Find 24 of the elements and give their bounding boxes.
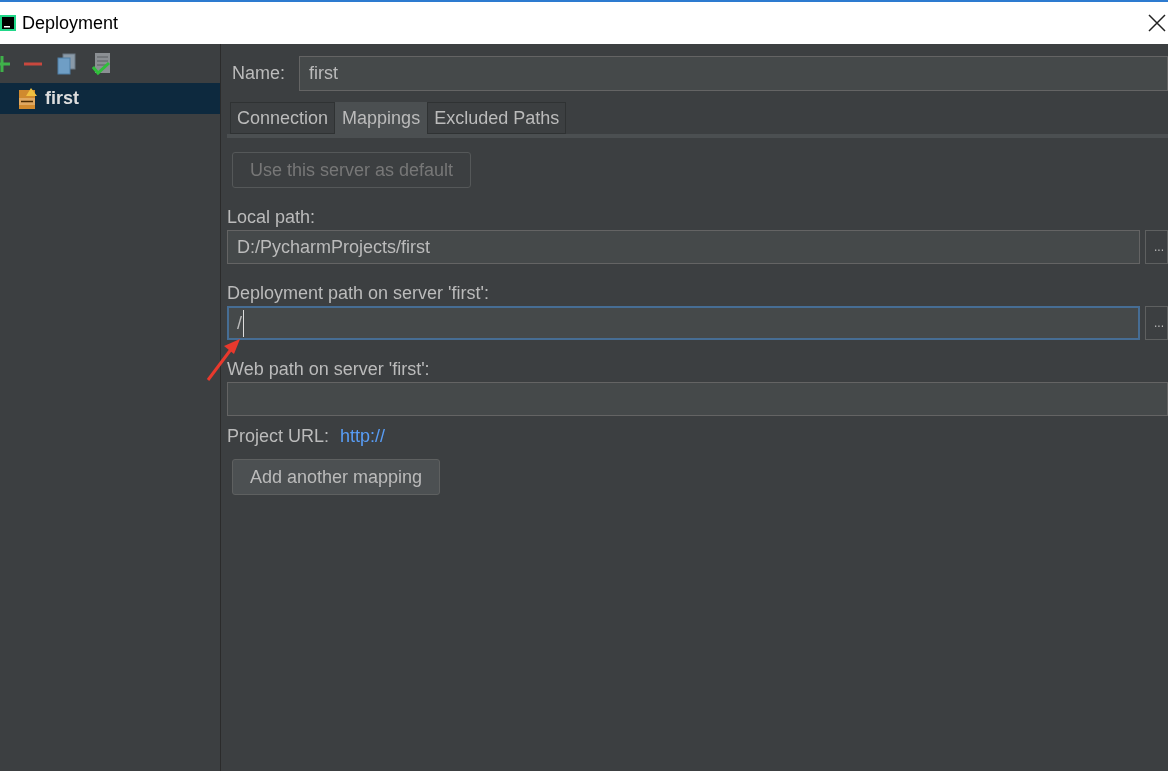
copy-icon[interactable] <box>56 52 78 75</box>
close-icon[interactable] <box>1148 14 1166 32</box>
field-label: Local path: <box>227 207 316 227</box>
project-url-link[interactable]: http:// <box>340 422 386 450</box>
browse-button[interactable]: ... <box>1145 230 1168 264</box>
add-mapping-button[interactable]: Add another mapping <box>232 459 441 495</box>
path-field[interactable] <box>227 382 1168 416</box>
server-item[interactable]: first <box>0 83 220 114</box>
window-title: Deployment <box>22 11 119 35</box>
add-icon[interactable] <box>0 55 10 72</box>
browse-button[interactable]: ... <box>1145 306 1168 340</box>
field-label: Web path on server 'first': <box>227 359 430 379</box>
name-label: Name: <box>232 62 286 85</box>
tab[interactable]: Excluded Paths <box>427 102 567 134</box>
path-field[interactable]: D:/PycharmProjects/first <box>227 230 1140 264</box>
path-field[interactable]: / <box>227 306 1140 340</box>
sftp-server-icon <box>18 87 38 110</box>
tab[interactable]: Connection <box>230 102 336 134</box>
name-field[interactable]: first <box>299 56 1168 91</box>
field-label: Deployment path on server 'first': <box>227 283 489 303</box>
remove-icon[interactable] <box>24 61 42 66</box>
project-url-label: Project URL: <box>227 424 330 448</box>
tab[interactable]: Mappings <box>335 102 428 134</box>
checklist-icon[interactable] <box>92 51 112 76</box>
